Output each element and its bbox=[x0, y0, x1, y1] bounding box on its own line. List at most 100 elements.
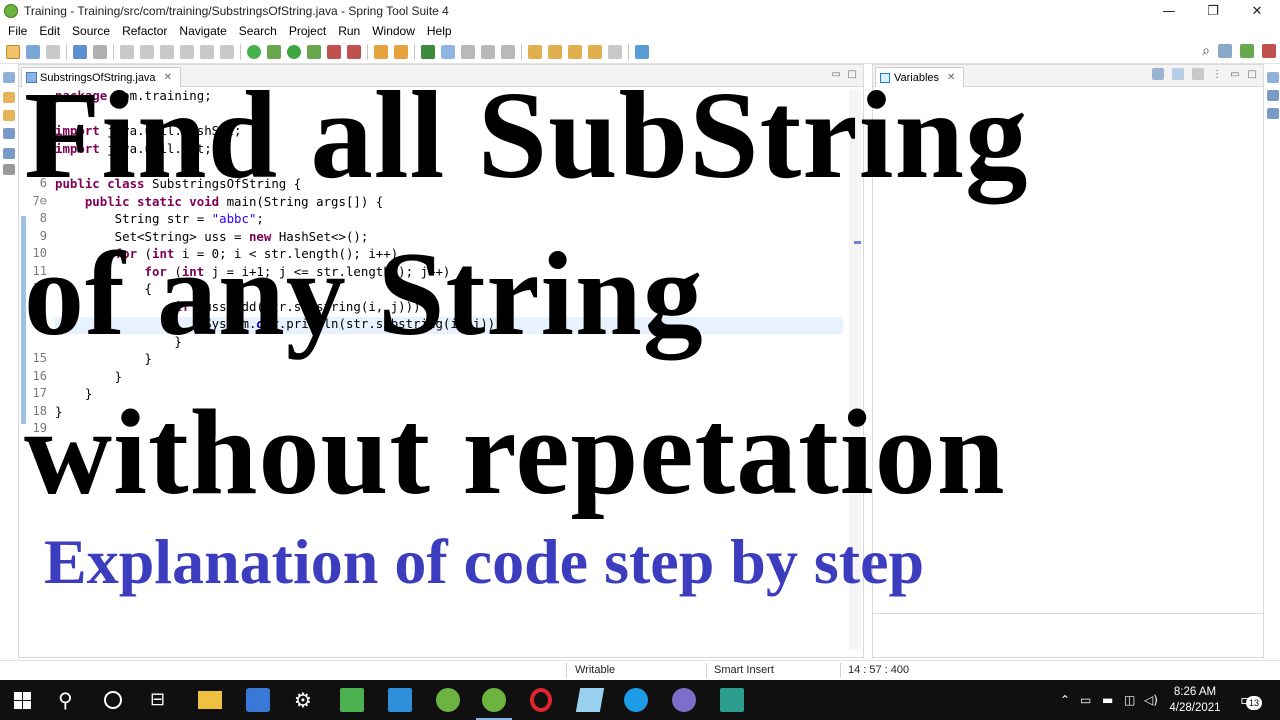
run-icon[interactable] bbox=[287, 44, 301, 59]
package-explorer-icon[interactable] bbox=[3, 92, 15, 103]
new-java-project-icon[interactable] bbox=[374, 44, 388, 59]
task-view-icon[interactable]: ⊟ bbox=[150, 688, 174, 712]
open-console-icon[interactable] bbox=[73, 44, 87, 59]
view-menu-icon[interactable]: ⋮ bbox=[1212, 69, 1222, 80]
overview-ruler-marker[interactable] bbox=[854, 241, 861, 244]
minimize-button[interactable]: — bbox=[1146, 0, 1192, 22]
menu-search[interactable]: Search bbox=[233, 24, 283, 38]
system-clock[interactable]: 8:26 AM 4/28/2021 bbox=[1162, 684, 1228, 716]
menu-file[interactable]: File bbox=[2, 24, 33, 38]
overlay-title-line-2: of any String bbox=[24, 227, 704, 360]
open-perspective-icon[interactable] bbox=[1218, 44, 1232, 58]
restore-icon[interactable] bbox=[3, 72, 15, 83]
debug-view-icon[interactable] bbox=[3, 148, 15, 159]
new-file-icon[interactable] bbox=[6, 44, 20, 59]
debug-icon[interactable] bbox=[267, 44, 281, 59]
skip-breakpoints-icon[interactable] bbox=[120, 44, 134, 59]
battery-icon[interactable]: ▬ bbox=[1102, 693, 1113, 707]
toolbar-separator bbox=[521, 43, 522, 60]
search-icon[interactable]: ⌕ bbox=[1202, 43, 1210, 59]
menu-source[interactable]: Source bbox=[66, 24, 116, 38]
show-whitespace-icon[interactable] bbox=[501, 44, 515, 59]
opera-icon[interactable] bbox=[530, 688, 552, 712]
maximize-view-icon[interactable]: □ bbox=[1248, 69, 1257, 80]
status-bar: Writable Smart Insert 14 : 57 : 400 bbox=[0, 660, 1280, 680]
menu-bar: File Edit Source Refactor Navigate Searc… bbox=[0, 22, 1280, 40]
suspend-icon[interactable] bbox=[160, 44, 174, 59]
settings-icon[interactable]: ⚙ bbox=[294, 688, 318, 712]
cortana-icon[interactable] bbox=[104, 691, 122, 709]
restore-icon[interactable] bbox=[1267, 72, 1279, 83]
toolbar-separator bbox=[414, 43, 415, 60]
editor-horizontal-scrollbar[interactable] bbox=[55, 645, 845, 655]
word-wrap-icon[interactable] bbox=[461, 44, 475, 59]
search-taskbar-icon[interactable]: ⚲ bbox=[58, 688, 82, 712]
step-into-icon[interactable] bbox=[200, 44, 214, 59]
show-hidden-icons[interactable]: ⌃ bbox=[1060, 693, 1070, 707]
notepad-icon[interactable] bbox=[575, 688, 605, 712]
next-annotation-icon[interactable] bbox=[528, 44, 542, 59]
forward-icon[interactable] bbox=[608, 44, 622, 59]
outline-icon[interactable] bbox=[3, 128, 15, 139]
installer-icon[interactable] bbox=[720, 688, 744, 712]
menu-project[interactable]: Project bbox=[283, 24, 332, 38]
spring-boot-icon[interactable] bbox=[247, 44, 261, 59]
menu-refactor[interactable]: Refactor bbox=[116, 24, 173, 38]
wifi-icon[interactable]: ◫ bbox=[1124, 693, 1135, 707]
external-tools-icon[interactable] bbox=[327, 44, 341, 59]
close-button[interactable]: ✕ bbox=[1234, 0, 1280, 22]
variables-view-toolbar: ⋮ ▭ □ bbox=[1152, 68, 1257, 80]
outlook-icon[interactable] bbox=[388, 688, 412, 712]
outline-view-icon[interactable] bbox=[1267, 90, 1279, 101]
line-number: 8 bbox=[39, 211, 47, 225]
menu-help[interactable]: Help bbox=[421, 24, 458, 38]
menu-run[interactable]: Run bbox=[332, 24, 366, 38]
start-button[interactable] bbox=[10, 688, 34, 712]
project-explorer-icon[interactable] bbox=[3, 110, 15, 121]
show-logical-structure-icon[interactable] bbox=[1172, 68, 1185, 80]
menu-navigate[interactable]: Navigate bbox=[173, 24, 232, 38]
windows-logo-icon bbox=[14, 692, 22, 700]
save-all-icon[interactable] bbox=[46, 44, 60, 59]
block-selection-icon[interactable] bbox=[481, 44, 495, 59]
spring-perspective-icon[interactable] bbox=[1240, 44, 1254, 58]
app-icon[interactable] bbox=[672, 688, 696, 712]
maximize-button[interactable]: ❐ bbox=[1190, 0, 1236, 22]
resume-icon[interactable] bbox=[140, 44, 154, 59]
file-explorer-icon[interactable] bbox=[198, 691, 222, 709]
collapse-all-icon[interactable] bbox=[1192, 68, 1205, 80]
step-over-icon[interactable] bbox=[220, 44, 234, 59]
stop-icon[interactable] bbox=[347, 44, 361, 59]
volume-icon[interactable]: ◁) bbox=[1144, 693, 1158, 707]
last-edit-location-icon[interactable] bbox=[568, 44, 582, 59]
show-type-names-icon[interactable] bbox=[1152, 68, 1165, 80]
toggle-mark-occurrences-icon[interactable] bbox=[441, 44, 455, 59]
back-icon[interactable] bbox=[588, 44, 602, 59]
open-type-icon[interactable] bbox=[394, 44, 408, 59]
menu-window[interactable]: Window bbox=[366, 24, 421, 38]
terminate-icon[interactable] bbox=[180, 44, 194, 59]
status-separator bbox=[566, 663, 567, 678]
main-toolbar: ⌕ bbox=[0, 40, 1280, 64]
store-icon[interactable] bbox=[246, 688, 270, 712]
print-icon[interactable] bbox=[93, 44, 107, 59]
network-icon[interactable]: ▭ bbox=[1080, 693, 1091, 707]
windows-logo-icon bbox=[14, 701, 22, 709]
spring-tool-suite-active-icon[interactable] bbox=[482, 688, 506, 712]
coverage-icon[interactable] bbox=[307, 44, 321, 59]
edge-icon[interactable] bbox=[624, 688, 648, 712]
task-list-icon[interactable] bbox=[1267, 108, 1279, 119]
menu-edit[interactable]: Edit bbox=[33, 24, 66, 38]
debug-perspective-icon[interactable] bbox=[1262, 44, 1276, 58]
detail-pane-divider[interactable] bbox=[873, 613, 1263, 614]
previous-annotation-icon[interactable] bbox=[548, 44, 562, 59]
remote-desktop-icon[interactable] bbox=[340, 688, 364, 712]
search-toolbar-icon[interactable] bbox=[421, 44, 435, 59]
cursor-position-status: 14 : 57 : 400 bbox=[848, 664, 910, 676]
minimize-view-icon[interactable]: ▭ bbox=[1230, 69, 1239, 80]
pin-editor-icon[interactable] bbox=[635, 44, 649, 59]
save-icon[interactable] bbox=[26, 44, 40, 59]
console-view-icon[interactable] bbox=[3, 164, 15, 175]
spring-tool-suite-taskbar-icon[interactable] bbox=[436, 688, 460, 712]
overlay-title-line-3: without repetation bbox=[24, 385, 1006, 520]
